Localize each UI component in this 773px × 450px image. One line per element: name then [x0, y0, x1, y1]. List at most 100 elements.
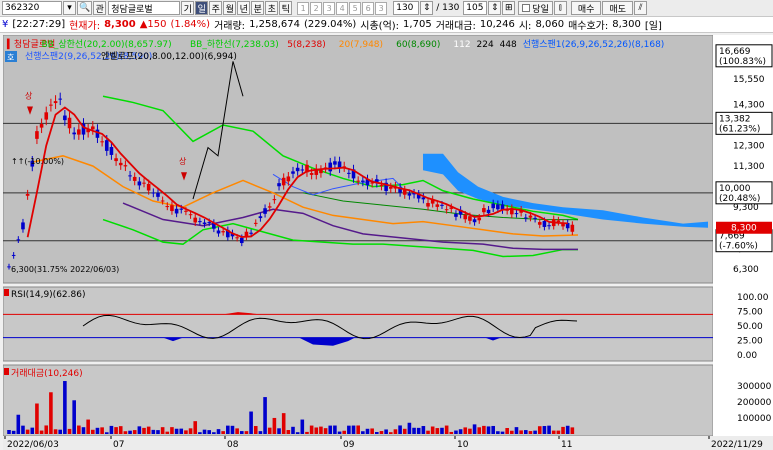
amount-bar — [351, 425, 356, 434]
amount-bar — [151, 429, 156, 434]
candle-body — [537, 222, 542, 225]
amount-bar — [49, 392, 53, 434]
stock-name-field[interactable]: 청담글로벌 — [108, 1, 181, 15]
candle-body — [63, 115, 67, 121]
amount-bar — [375, 432, 379, 434]
amount-bar — [365, 428, 370, 434]
amount-bar — [30, 427, 35, 434]
amount-bar — [184, 430, 188, 434]
period-tab[interactable]: 주 — [209, 1, 223, 15]
amount-bar — [156, 430, 160, 434]
minute-slot[interactable]: 3 — [375, 1, 388, 15]
amount-bar — [291, 426, 295, 434]
code-dropdown-button[interactable]: ▾ — [63, 1, 76, 15]
rsi-panel — [2, 286, 714, 362]
amount-bar — [104, 432, 109, 434]
amount-bar — [477, 427, 482, 434]
hint-icon-label: 호 — [7, 53, 14, 62]
amount-bar — [342, 430, 347, 434]
candle-body — [114, 158, 118, 162]
today-checkbox[interactable]: 당일 — [518, 1, 553, 15]
candle-body — [281, 177, 286, 186]
candle-body — [426, 202, 430, 207]
amount-bar — [160, 427, 165, 434]
gi-button[interactable]: 기 — [181, 1, 195, 15]
date-tick: 2022/11/29 — [711, 440, 763, 450]
candle-body — [146, 183, 151, 191]
amount-bar — [314, 427, 319, 434]
amount-bar — [482, 425, 486, 434]
period-tab[interactable]: 월 — [223, 1, 237, 15]
buy-button[interactable]: 매수 — [570, 1, 602, 15]
candle-body — [263, 208, 267, 214]
amount-bar — [67, 428, 72, 434]
candle-body — [514, 213, 519, 215]
candle-body — [496, 204, 500, 210]
date-tick: 08 — [227, 440, 239, 450]
current-price-label: 8,300 — [731, 224, 757, 234]
amount-bar — [239, 431, 244, 434]
amount-bar — [412, 427, 416, 434]
candle-body — [151, 192, 156, 194]
amount-bar — [72, 400, 76, 434]
layout-button[interactable]: ⫾ — [553, 1, 567, 15]
minute-slot[interactable]: 2 — [310, 1, 323, 15]
menu-icon[interactable]: ¥ — [2, 19, 8, 30]
minute-slot[interactable]: 1 — [297, 1, 310, 15]
date-tick: 2022/06/03 — [7, 440, 59, 450]
candle-body — [21, 222, 25, 230]
candle-body — [179, 208, 184, 210]
period-tab[interactable]: 초 — [265, 1, 279, 15]
candle-body — [95, 129, 100, 138]
candle-body — [239, 237, 244, 244]
amount-bar — [323, 428, 328, 434]
amount-legend-swatch — [4, 368, 9, 375]
period-tab[interactable]: 년 — [237, 1, 251, 15]
count-input[interactable]: 130 — [393, 1, 420, 15]
zoom-input[interactable]: 105 — [463, 1, 488, 15]
count-spinner[interactable]: ⇕ — [420, 1, 434, 15]
amount-bar — [202, 429, 207, 434]
candle-body — [444, 209, 449, 211]
sell-button[interactable]: 매도 — [602, 1, 633, 15]
quote-info-bar: ¥ [22:27:29] 현재가: 8,300 ▲150 (1.84%) 거래량… — [0, 17, 773, 33]
volume-value: 1,258,674 — [249, 19, 300, 30]
amount-bar — [333, 425, 337, 434]
bid-label: 매수호가: — [568, 21, 609, 32]
candle-body — [58, 98, 63, 100]
candle-body — [286, 176, 291, 182]
chart-type-button[interactable]: ⊞ — [502, 1, 516, 15]
minute-slot[interactable]: 4 — [336, 1, 349, 15]
chart-area[interactable]: ▍청담글로벌 BB_상한선(20,2.00)(8,657.97) BB_하한선(7,… — [2, 34, 773, 450]
toolbar: 362320 ▾ 🔍 관 청담글로벌 기 일주월년분초틱 1234563 130… — [0, 0, 773, 17]
period-tab[interactable]: 일 — [195, 1, 209, 15]
amount-bar — [565, 425, 570, 434]
amount-bar — [361, 431, 365, 434]
amount-bar — [295, 432, 300, 434]
period-tab[interactable]: 틱 — [279, 1, 293, 15]
period-tab[interactable]: 분 — [251, 1, 265, 15]
candle-body — [198, 221, 202, 223]
amount-bar — [337, 431, 342, 434]
candle-body — [249, 232, 253, 234]
candle-body — [347, 172, 351, 174]
candle-body — [44, 112, 49, 120]
count-total: / 130 — [436, 3, 460, 13]
minute-slot[interactable]: 6 — [362, 1, 375, 15]
candle-body — [267, 206, 272, 208]
legend-envelope: 엔벨로프(20,8.00,12.00)(6,994) — [101, 51, 237, 62]
rsi-tick: 75.00 — [737, 308, 763, 318]
related-button[interactable]: 관 — [93, 1, 107, 15]
amount-bar — [249, 411, 253, 434]
search-icon[interactable]: 🔍 — [77, 1, 93, 15]
amount-bar — [170, 427, 174, 434]
stock-code-input[interactable]: 362320 — [2, 1, 62, 15]
price-tick: 15,550 — [733, 75, 765, 85]
minute-slot[interactable]: 3 — [323, 1, 336, 15]
zoom-spinner[interactable]: ⇕ — [488, 1, 502, 15]
draw-tool-button[interactable]: ⫽ — [633, 1, 647, 15]
stock-chart[interactable]: ▍청담글로벌BB_상한선(20,2.00)(8,657.97) BB_하한선(7,… — [2, 34, 773, 450]
candle-body — [379, 184, 384, 187]
candle-body — [570, 224, 575, 232]
minute-slot[interactable]: 5 — [349, 1, 362, 15]
